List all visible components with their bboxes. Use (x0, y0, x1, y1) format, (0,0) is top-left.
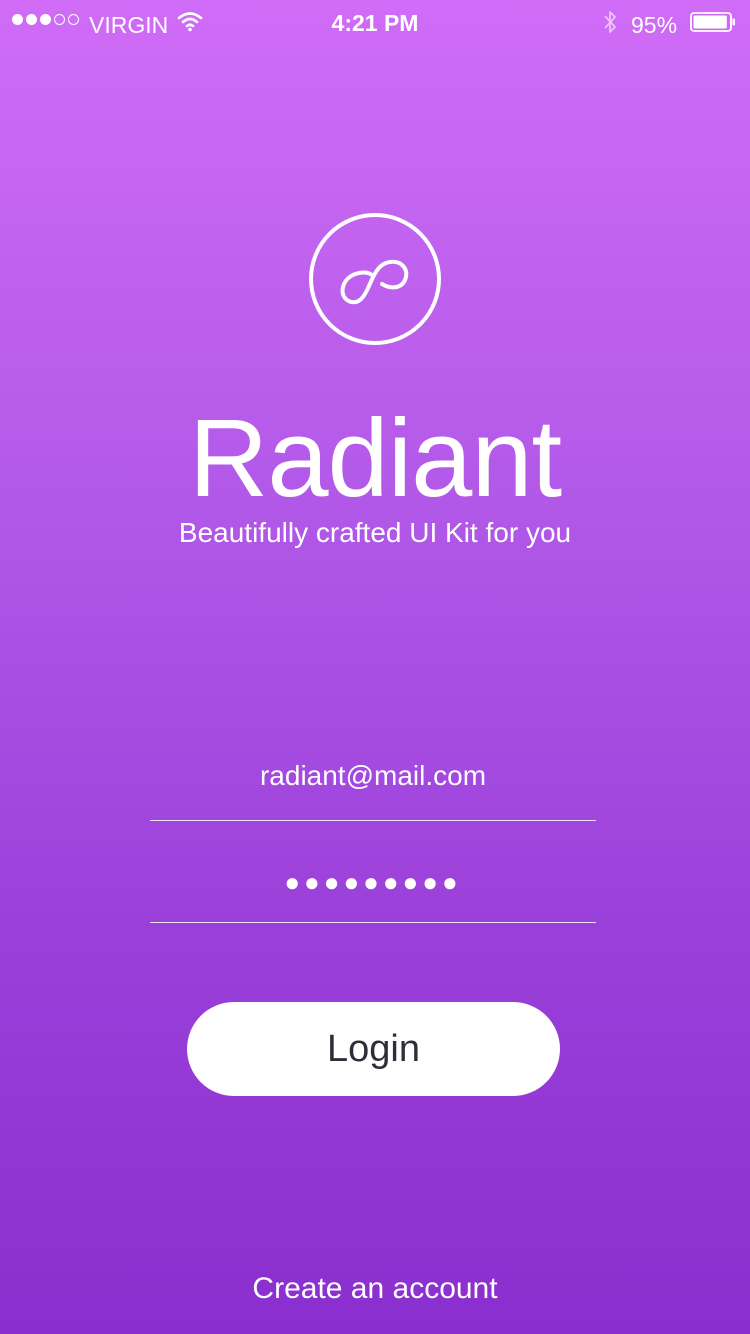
battery-icon (690, 12, 735, 32)
email-field-wrapper (150, 748, 596, 821)
app-tagline: Beautifully crafted UI Kit for you (178, 517, 572, 548)
login-button[interactable]: Login (187, 1002, 560, 1096)
password-field-wrapper (150, 852, 596, 923)
login-screen: VIRGIN 4:21 PM 95% Radiant Beautifully c… (0, 0, 750, 1334)
infinity-link-icon (309, 213, 441, 345)
status-bar: VIRGIN 4:21 PM 95% (0, 0, 750, 48)
bluetooth-icon (604, 11, 616, 33)
password-input[interactable] (150, 852, 596, 912)
email-input[interactable] (150, 748, 596, 804)
battery-percentage: 95% (631, 12, 678, 38)
app-title: Radiant (188, 397, 562, 520)
create-account-link[interactable]: Create an account (0, 1272, 750, 1306)
